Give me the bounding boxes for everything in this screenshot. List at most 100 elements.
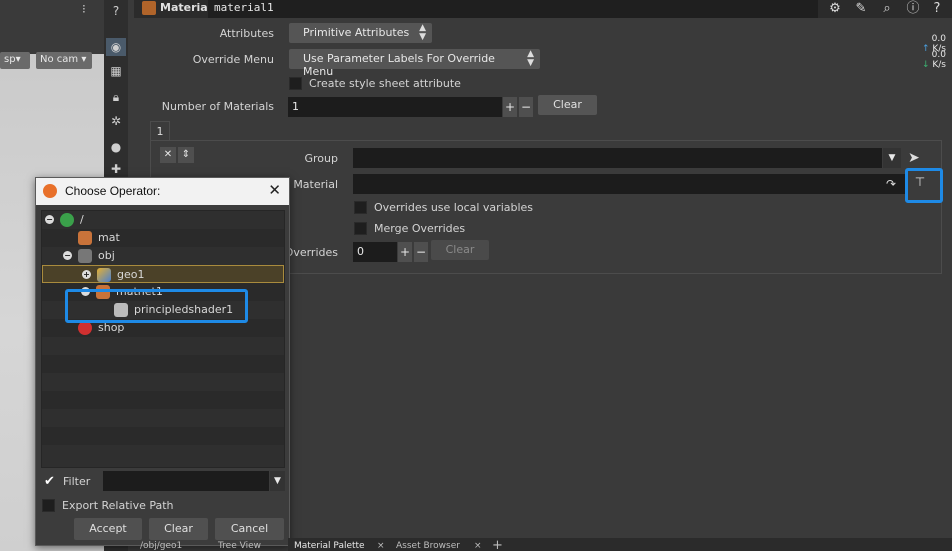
num-materials-field[interactable]: 1: [288, 97, 502, 117]
clear-button[interactable]: Clear: [149, 518, 208, 540]
tree-row[interactable]: mat: [42, 229, 284, 247]
group-label: Group: [304, 152, 339, 165]
export-relative-checkbox[interactable]: [42, 499, 55, 512]
tree-row[interactable]: + geo1: [42, 265, 284, 283]
wireframe-icon[interactable]: ▦: [106, 62, 126, 80]
gear-icon[interactable]: ⚙: [826, 0, 844, 18]
filter-label: Filter: [63, 475, 91, 488]
search-icon[interactable]: ⌕: [878, 0, 896, 18]
group-field[interactable]: [353, 148, 882, 168]
menu-icon[interactable]: ⁝: [82, 2, 86, 16]
local-vars-checkbox[interactable]: [354, 201, 367, 214]
persp-dropdown[interactable]: sp▾: [0, 52, 30, 69]
mat-network-icon: [78, 231, 92, 245]
help-icon[interactable]: ?: [928, 0, 946, 18]
shop-network-icon: [78, 321, 92, 335]
viewport-header: sp▾ No cam ▾: [0, 22, 104, 69]
merge-overrides-checkbox[interactable]: [354, 222, 367, 235]
num-materials-label: Number of Materials: [161, 100, 274, 113]
tree-label: mat: [98, 231, 120, 244]
brush-icon[interactable]: ✎: [852, 0, 870, 18]
attributes-menu[interactable]: Primitive Attributes ▲ ▼: [289, 23, 432, 43]
bottom-tab-bar: [288, 538, 952, 551]
move-instance-button[interactable]: ⇕: [178, 147, 194, 163]
merge-overrides-label: Merge Overrides: [374, 222, 466, 235]
overrides-label: Overrides: [284, 246, 338, 259]
filter-dropdown-arrow[interactable]: ▼: [270, 471, 285, 491]
dialog-title: Choose Operator:: [65, 184, 161, 198]
geo-node-icon: [97, 268, 111, 282]
tree-row[interactable]: − /: [42, 211, 284, 229]
material-label: Material: [293, 178, 338, 191]
material-path-field[interactable]: [353, 174, 906, 194]
filter-checkbox[interactable]: ✔: [44, 474, 58, 489]
help-icon[interactable]: ?: [106, 2, 126, 20]
tree-row-empty: [42, 337, 284, 355]
selection-highlight: [65, 289, 248, 323]
remove-instance-button[interactable]: ✕: [160, 147, 176, 163]
group-dropdown-arrow[interactable]: ▼: [883, 148, 901, 168]
network-rate-down: 0.0 ↓ K/s: [921, 50, 946, 70]
tree-label: geo1: [117, 268, 145, 281]
filter-input[interactable]: [103, 471, 269, 491]
panel-titlebar: Material material1 ⚙ ✎ ⌕ ⓘ ?: [134, 0, 952, 18]
style-sheet-checkbox[interactable]: [289, 77, 302, 90]
clear-materials-button[interactable]: Clear: [538, 95, 597, 115]
tree-row-empty: [42, 391, 284, 409]
tree-label: obj: [98, 249, 115, 262]
remove-override-button[interactable]: −: [414, 242, 428, 262]
shading-icon[interactable]: ●: [106, 138, 126, 156]
operator-chooser-highlight: [905, 168, 943, 203]
jump-to-icon[interactable]: ↷: [886, 177, 896, 191]
expand-icon[interactable]: +: [82, 270, 91, 279]
style-sheet-label: Create style sheet attribute: [309, 77, 461, 90]
choose-operator-dialog: Choose Operator: ✕ − / mat − obj + geo1 …: [35, 177, 290, 546]
viewport-toolbar: ⁝: [0, 0, 104, 22]
root-icon: [60, 213, 74, 227]
tree-label: /: [80, 213, 84, 226]
ghost-icon[interactable]: ✲: [106, 112, 126, 130]
node-type-label: Material: [160, 1, 212, 14]
tree-row-empty: [42, 373, 284, 391]
camera-dropdown[interactable]: No cam ▾: [36, 52, 92, 69]
snap-icon[interactable]: ✚: [106, 160, 126, 178]
node-name-field[interactable]: material1: [208, 0, 818, 18]
close-icon[interactable]: ✕: [268, 181, 281, 199]
tab-close-icon[interactable]: ×: [377, 541, 385, 551]
operator-tree[interactable]: − / mat − obj + geo1 − matnet1 principle…: [41, 210, 285, 468]
tab-asset-browser[interactable]: Asset Browser: [396, 541, 460, 551]
add-tab-icon[interactable]: +: [492, 538, 503, 551]
clear-overrides-button[interactable]: Clear: [431, 240, 489, 260]
cancel-button[interactable]: Cancel: [215, 518, 284, 540]
tab-obj-geo1[interactable]: /obj/geo1: [140, 541, 182, 551]
tree-row-empty: [42, 445, 284, 463]
collapse-icon[interactable]: −: [63, 251, 72, 260]
tree-row-empty: [42, 427, 284, 445]
tab-close-icon[interactable]: ×: [474, 541, 482, 551]
override-menu-dropdown[interactable]: Use Parameter Labels For Override Menu ▲ ▼: [289, 49, 540, 78]
tree-row-empty: [42, 355, 284, 373]
info-icon[interactable]: ⓘ: [904, 0, 922, 18]
display-options-icon[interactable]: ◉: [106, 38, 126, 56]
accept-button[interactable]: Accept: [74, 518, 142, 540]
lock-icon[interactable]: 🔒︎: [106, 88, 126, 106]
add-material-button[interactable]: +: [503, 97, 517, 117]
remove-material-button[interactable]: −: [519, 97, 533, 117]
local-vars-label: Overrides use local variables: [374, 201, 534, 214]
tree-row-empty: [42, 409, 284, 427]
export-relative-label: Export Relative Path: [62, 499, 174, 512]
tab-tree-view[interactable]: Tree View: [218, 541, 261, 551]
material-node-icon: [142, 1, 156, 15]
select-arrow-icon[interactable]: ➤: [908, 150, 920, 166]
obj-network-icon: [78, 249, 92, 263]
add-override-button[interactable]: +: [398, 242, 412, 262]
overrides-field[interactable]: 0: [353, 242, 397, 262]
override-menu-label: Override Menu: [192, 53, 274, 66]
attributes-label: Attributes: [219, 27, 274, 40]
houdini-logo-icon: [43, 184, 57, 198]
collapse-icon[interactable]: −: [45, 215, 54, 224]
dialog-titlebar: Choose Operator: ✕: [36, 178, 289, 205]
tab-1[interactable]: 1: [150, 121, 170, 141]
tree-row[interactable]: − obj: [42, 247, 284, 265]
tab-material-palette[interactable]: Material Palette: [294, 541, 365, 551]
